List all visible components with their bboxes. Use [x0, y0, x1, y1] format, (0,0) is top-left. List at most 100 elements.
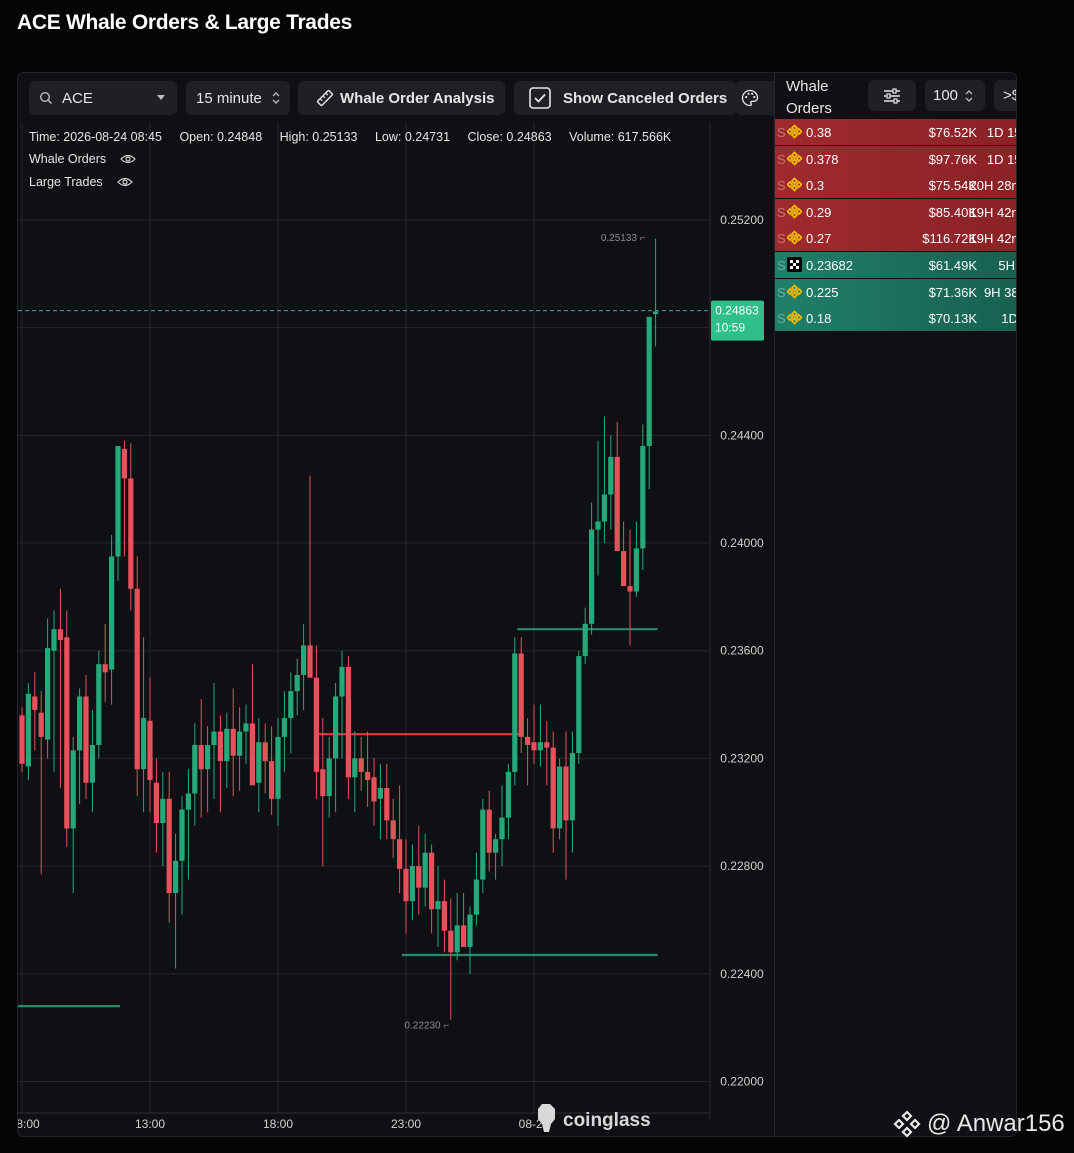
candle-body	[390, 820, 396, 840]
filter-settings-button[interactable]	[868, 80, 916, 111]
candle-body	[320, 769, 326, 797]
candle-body	[77, 696, 83, 751]
binance-icon	[786, 177, 803, 195]
binance-icon	[786, 124, 803, 142]
candle-body	[454, 925, 460, 953]
whale-order-row[interactable]: S 0.27 $116.72K 19H 42m	[775, 225, 1016, 252]
whale-orders-panel: Whale Orders 100 >$10.0( S 0.38 $76.52K 1D …	[774, 73, 1017, 1136]
order-side: S	[777, 231, 786, 247]
candle-body	[262, 742, 268, 762]
interval-select[interactable]: 15 minute	[186, 81, 290, 115]
candle-body	[531, 742, 537, 751]
show-canceled-orders-toggle[interactable]: Show Canceled Orders	[514, 81, 736, 115]
candle-body	[102, 664, 108, 673]
whale-order-row[interactable]: S 0.3 $75.54K 20H 28m	[775, 172, 1016, 199]
author-handle: @ Anwar156	[927, 1110, 1065, 1137]
caret-down-icon	[157, 95, 165, 100]
candle-body	[166, 798, 172, 894]
whale-order-row[interactable]: S 0.29 $85.40K 19H 42m	[775, 198, 1017, 225]
eye-icon[interactable]	[116, 176, 133, 188]
last-price-tag: 0.24863 10:59	[711, 300, 764, 341]
order-age: 9H 38m	[983, 284, 1016, 300]
min-value-select[interactable]: >$10.0(	[994, 80, 1016, 111]
candle-body	[614, 456, 620, 552]
candle-body	[640, 446, 646, 549]
candle-body	[352, 758, 358, 778]
order-side: S	[777, 151, 786, 167]
x-tick-label: 18:00	[263, 1117, 293, 1131]
candle-body	[230, 728, 236, 756]
ruler-icon	[316, 89, 334, 107]
whale-order-row[interactable]: S 0.18 $70.13K 1D 6H	[775, 305, 1016, 332]
whale-orders-title: Whale Orders	[786, 78, 832, 117]
candle-body	[192, 744, 198, 794]
candle-body	[179, 809, 185, 861]
candle-body	[416, 866, 422, 888]
whale-order-analysis-button[interactable]: Whale Order Analysis	[298, 81, 505, 115]
candle-body	[205, 744, 211, 770]
order-price: 0.3	[806, 178, 825, 194]
whale-order-row[interactable]: S 0.38 $76.52K 1D 15H	[775, 119, 1016, 145]
y-tick-label: 0.22000	[720, 1075, 764, 1089]
candle-body	[51, 629, 57, 651]
candle-body	[601, 494, 607, 522]
order-age: 19H 42m	[969, 204, 1017, 220]
order-side: S	[777, 284, 786, 300]
order-value: $61.49K	[928, 258, 977, 273]
last-price-value: 0.24863	[715, 304, 759, 318]
eye-icon[interactable]	[120, 153, 136, 165]
order-price: 0.225	[806, 284, 839, 300]
order-price: 0.18	[806, 311, 832, 327]
info-close: Close: 0.24863	[467, 130, 552, 144]
candle-body	[646, 316, 652, 447]
order-count-select[interactable]: 100	[925, 80, 985, 111]
candle-body	[70, 750, 76, 829]
candle-body	[307, 645, 313, 678]
candle-body	[608, 456, 614, 495]
candle-body	[339, 666, 345, 697]
candle-body	[128, 478, 134, 589]
candle-body	[653, 311, 659, 315]
chart-canvas[interactable]: 0.252000.248000.244000.240000.236000.232…	[18, 123, 774, 1136]
candlestick-chart[interactable]: 0.252000.248000.244000.240000.236000.232…	[18, 123, 774, 1136]
whale-orders-layer[interactable]: Whale Orders	[29, 152, 136, 166]
whale-order-row[interactable]: S 0.23682 $61.49K 5H 7m	[775, 252, 1016, 278]
search-icon	[39, 91, 52, 104]
candle-body	[281, 718, 287, 737]
author-watermark: @ Anwar156	[893, 1110, 1065, 1138]
candle-body	[275, 736, 281, 799]
candle-body	[633, 548, 639, 592]
candle-body	[512, 653, 518, 772]
order-price: 0.29	[806, 204, 832, 220]
x-tick-label: 23:00	[391, 1117, 421, 1131]
coinglass-logo: coinglass	[538, 1104, 651, 1132]
candle-body	[249, 723, 255, 786]
whale-orders-header: Whale Orders 100 >$10.0(	[775, 73, 1016, 119]
candle-body	[595, 521, 601, 530]
candle-body	[461, 925, 467, 947]
symbol-select[interactable]: ACE	[29, 81, 177, 115]
candle-body	[25, 693, 31, 767]
candle-body	[467, 914, 473, 947]
candle-body	[397, 839, 403, 869]
info-low: Low: 0.24731	[374, 130, 451, 144]
sort-arrows-icon	[272, 92, 280, 104]
candle-body	[627, 586, 633, 592]
candle-body	[32, 696, 38, 710]
binance-icon	[786, 230, 803, 248]
whale-order-row[interactable]: S 0.225 $71.36K 9H 38m	[775, 278, 1016, 305]
y-tick-label: 0.25200	[720, 213, 764, 227]
candle-body	[550, 747, 556, 829]
binance-icon	[786, 283, 803, 302]
order-value: $71.36K	[928, 284, 977, 300]
high-price-marker: 0.25133 ⌐	[601, 233, 646, 244]
whale-order-row[interactable]: S 0.378 $97.76K 1D 15H	[775, 145, 1016, 172]
order-side: S	[777, 258, 786, 273]
order-side: S	[777, 311, 786, 327]
large-trades-layer[interactable]: Large Trades	[29, 175, 133, 189]
min-value-value: >$10.0(	[1003, 87, 1016, 104]
candle-body	[115, 446, 121, 557]
candle-body	[365, 771, 371, 780]
info-high: High: 0.25133	[279, 130, 358, 144]
candle-body	[153, 782, 159, 824]
